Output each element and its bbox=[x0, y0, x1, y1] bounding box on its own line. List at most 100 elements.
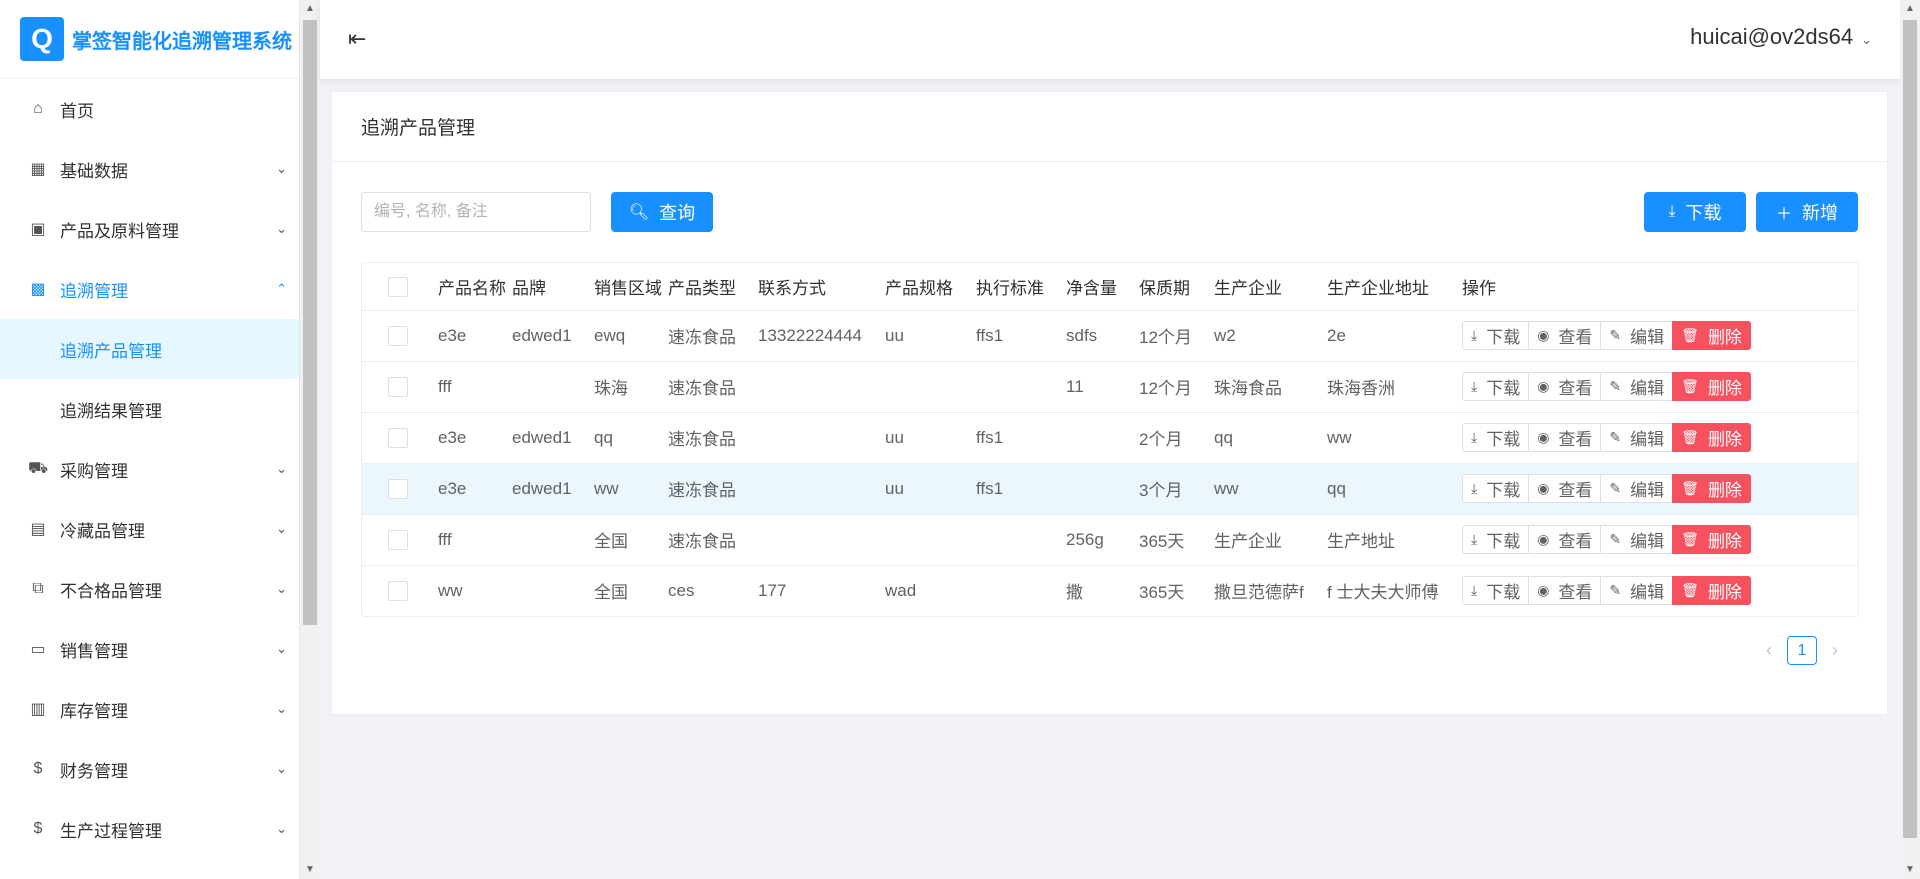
column-header: 产品名称 bbox=[434, 263, 508, 311]
next-page-icon[interactable]: › bbox=[1823, 640, 1847, 661]
row-download-button[interactable]: ⤓ 下载 bbox=[1462, 576, 1530, 606]
table-cell: 365天 bbox=[1139, 583, 1185, 603]
row-checkbox[interactable] bbox=[388, 325, 408, 346]
sidebar-item-label: 采购管理 bbox=[60, 461, 128, 481]
search-input[interactable] bbox=[361, 192, 591, 232]
row-delete-button[interactable]: 🗑︎ 删除 bbox=[1672, 372, 1751, 401]
table-cell: 全国 bbox=[594, 583, 628, 603]
scroll-down-icon[interactable]: ▼ bbox=[300, 861, 320, 879]
row-edit-button[interactable]: ✎ 编辑 bbox=[1600, 423, 1674, 452]
row-download-button[interactable]: ⤓ 下载 bbox=[1462, 474, 1530, 503]
sidebar-item-5[interactable]: ▤ 冷藏品管理 ⌄ bbox=[0, 499, 299, 559]
sidebar-scrollbar[interactable]: ▲ ▼ bbox=[300, 0, 320, 879]
eye-icon: ◉ bbox=[1537, 327, 1550, 343]
row-checkbox[interactable] bbox=[388, 376, 408, 397]
user-menu[interactable]: huicai@ov2ds64 ⌄ bbox=[1690, 24, 1872, 50]
download-icon: ⤓ bbox=[1471, 429, 1478, 445]
scroll-up-icon[interactable]: ▲ bbox=[300, 0, 320, 18]
select-all-checkbox-cell bbox=[362, 263, 434, 311]
row-view-button[interactable]: ◉ 查看 bbox=[1528, 525, 1602, 554]
plus-icon: ＋ bbox=[1775, 206, 1792, 223]
table-cell: sdfs bbox=[1062, 310, 1135, 362]
page-scrollbar-thumb[interactable] bbox=[1903, 20, 1917, 838]
prev-page-icon[interactable]: ‹ bbox=[1757, 640, 1781, 661]
table-row[interactable]: e3e edwed1 qq 速冻食品 uu ffs1 2个月 qq ww ⤓ 下载 ◉ 查看 ✎ 编辑… bbox=[362, 412, 1858, 464]
scroll-up-icon[interactable]: ▲ bbox=[1900, 0, 1920, 18]
row-delete-button[interactable]: 🗑︎ 删除 bbox=[1672, 321, 1751, 350]
row-view-button[interactable]: ◉ 查看 bbox=[1528, 423, 1602, 452]
sidebar-scrollbar-thumb[interactable] bbox=[303, 20, 317, 625]
row-edit-button[interactable]: ✎ 编辑 bbox=[1600, 474, 1674, 503]
row-delete-button[interactable]: 🗑︎ 删除 bbox=[1672, 423, 1751, 452]
table-cell: 2e bbox=[1323, 310, 1458, 362]
table-cell: ww bbox=[1323, 412, 1458, 464]
add-button[interactable]: ＋ 新增 bbox=[1756, 192, 1858, 232]
sidebar-item-8[interactable]: ▥ 库存管理 ⌄ bbox=[0, 679, 299, 739]
chevron-down-icon: ⌄ bbox=[276, 701, 287, 716]
table-row[interactable]: e3e edwed1 ww 速冻食品 uu ffs1 3个月 ww qq ⤓ 下载 ◉ 查看 ✎ 编辑… bbox=[362, 463, 1858, 515]
table-cell: 256g bbox=[1062, 514, 1135, 566]
row-checkbox[interactable] bbox=[388, 529, 408, 550]
trash-icon: 🗑︎ bbox=[1681, 327, 1699, 343]
sidebar-item-4[interactable]: ⛟ 采购管理 ⌄ bbox=[0, 439, 299, 499]
row-delete-button[interactable]: 🗑︎ 删除 bbox=[1672, 576, 1751, 606]
row-download-button[interactable]: ⤓ 下载 bbox=[1462, 525, 1530, 554]
menu-collapse-icon[interactable]: ⇤ bbox=[348, 26, 366, 52]
row-download-button[interactable]: ⤓ 下载 bbox=[1462, 321, 1530, 350]
sidebar-item-2[interactable]: ▣ 产品及原料管理 ⌄ bbox=[0, 199, 299, 259]
sidebar-item-1[interactable]: ▦ 基础数据 ⌄ bbox=[0, 139, 299, 199]
table-row[interactable]: e3e edwed1 ewq 速冻食品 13322224444 uu ffs1 sdfs 12个… bbox=[362, 310, 1858, 362]
column-header: 操作 bbox=[1458, 263, 1858, 311]
submenu-item-1[interactable]: 追溯结果管理 bbox=[0, 379, 299, 439]
logo[interactable]: Q 掌签智能化追溯管理系统 bbox=[0, 0, 299, 79]
row-actions: ⤓ 下载 ◉ 查看 ✎ 编辑 🗑︎ 删除 bbox=[1458, 463, 1858, 515]
sidebar-item-label: 追溯管理 bbox=[60, 281, 128, 301]
table-row[interactable]: ww 全国 ces 177 wad 撒 365天 撒旦范德萨f f 士大夫大师傅 ⤓ 下载 ◉ 查看… bbox=[362, 565, 1858, 616]
select-all-checkbox[interactable] bbox=[388, 276, 408, 297]
sidebar-item-7[interactable]: ▭ 销售管理 ⌄ bbox=[0, 619, 299, 679]
sidebar-item-9[interactable]: $ 财务管理 ⌄ bbox=[0, 739, 299, 799]
sidebar-item-0[interactable]: ⌂ 首页 bbox=[0, 79, 299, 139]
table-cell: ww bbox=[590, 463, 664, 515]
query-label: 查询 bbox=[659, 203, 696, 223]
download-icon: ⤓ bbox=[1471, 378, 1478, 394]
table-cell: 12个月 bbox=[1135, 310, 1210, 362]
row-checkbox[interactable] bbox=[388, 478, 408, 499]
table-row[interactable]: fff 全国 速冻食品 256g 365天 生产企业 生产地址 ⤓ 下载 ◉ 查看 ✎ 编辑 🗑︎… bbox=[362, 514, 1858, 566]
table-cell: ww bbox=[1210, 463, 1323, 515]
row-view-button[interactable]: ◉ 查看 bbox=[1528, 576, 1602, 606]
row-delete-button[interactable]: 🗑︎ 删除 bbox=[1672, 474, 1751, 503]
page-scrollbar[interactable]: ▲ ▼ bbox=[1900, 0, 1920, 879]
page-number-current[interactable]: 1 bbox=[1787, 636, 1817, 665]
row-edit-button[interactable]: ✎ 编辑 bbox=[1600, 372, 1674, 401]
row-checkbox-cell bbox=[362, 514, 434, 566]
row-view-button[interactable]: ◉ 查看 bbox=[1528, 372, 1602, 401]
column-header: 保质期 bbox=[1135, 263, 1210, 311]
row-download-button[interactable]: ⤓ 下载 bbox=[1462, 372, 1530, 401]
download-button[interactable]: ⤓ 下载 bbox=[1644, 192, 1746, 232]
sidebar-item-6[interactable]: ⧉ 不合格品管理 ⌄ bbox=[0, 559, 299, 619]
sidebar-item-10[interactable]: $ 生产过程管理 ⌄ bbox=[0, 799, 299, 859]
toolbar: 🔍︎ 查询 ⤓ 下载 ＋ 新增 bbox=[361, 192, 1858, 232]
chevron-down-icon: ⌄ bbox=[276, 641, 287, 656]
table-cell: 全国 bbox=[590, 514, 664, 566]
row-edit-button[interactable]: ✎ 编辑 bbox=[1600, 576, 1674, 606]
row-download-button[interactable]: ⤓ 下载 bbox=[1462, 423, 1530, 452]
sidebar-item-label: 冷藏品管理 bbox=[60, 521, 145, 541]
sidebar-item-label: 财务管理 bbox=[60, 761, 128, 781]
query-button[interactable]: 🔍︎ 查询 bbox=[611, 192, 713, 232]
table-cell: qq bbox=[1210, 412, 1323, 464]
row-view-button[interactable]: ◉ 查看 bbox=[1528, 474, 1602, 503]
submenu-item-0[interactable]: 追溯产品管理 bbox=[0, 319, 299, 379]
row-delete-button[interactable]: 🗑︎ 删除 bbox=[1672, 525, 1751, 554]
row-checkbox[interactable] bbox=[388, 581, 408, 601]
row-edit-button[interactable]: ✎ 编辑 bbox=[1600, 525, 1674, 554]
row-checkbox[interactable] bbox=[388, 427, 408, 448]
row-view-button[interactable]: ◉ 查看 bbox=[1528, 321, 1602, 350]
sidebar-item-3[interactable]: ▩ 追溯管理 ⌃ bbox=[0, 259, 299, 319]
table-row[interactable]: fff 珠海 速冻食品 11 12个月 珠海食品 珠海香洲 ⤓ 下载 ◉ 查看 ✎ 编辑 🗑︎ 删除 bbox=[362, 361, 1858, 413]
edit-icon: ✎ bbox=[1609, 582, 1622, 599]
scroll-down-icon[interactable]: ▼ bbox=[1900, 861, 1920, 879]
eye-icon: ◉ bbox=[1537, 378, 1550, 394]
row-edit-button[interactable]: ✎ 编辑 bbox=[1600, 321, 1674, 350]
